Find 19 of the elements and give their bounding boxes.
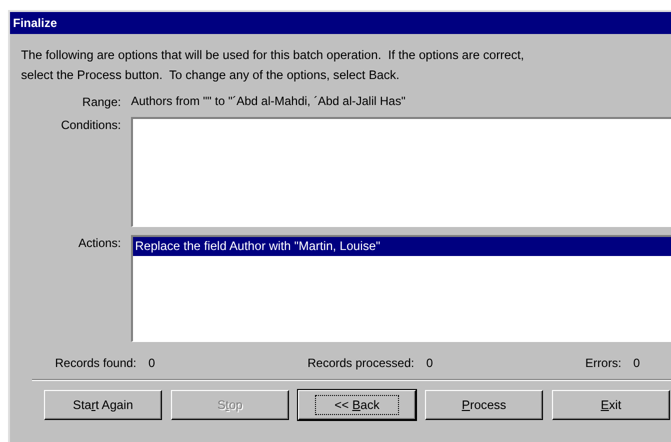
window-title: Finalize: [10, 12, 671, 34]
dialog-button[interactable]: Exit: [552, 390, 670, 420]
dialog-button[interactable]: << Back: [298, 390, 416, 420]
actions-label: Actions:: [77, 235, 122, 250]
instructions-text: The following are options that will be used for this batch operation. If the options are correct, select the Process button. To change any of the options, select Back.: [21, 47, 526, 84]
count-label: Errors:: [585, 356, 622, 370]
dialog-button[interactable]: Process: [425, 390, 543, 420]
count-value: 0: [633, 356, 640, 370]
range-label: Range:: [81, 94, 122, 109]
action-item[interactable]: Replace the field Author with "Martin, Louise": [133, 237, 671, 256]
range-value: Authors from "" to "´Abd al-Mahdi, ´Abd al-Jalil Has": [131, 94, 406, 108]
count-value: 0: [426, 356, 433, 370]
count-label: Records processed:: [307, 356, 414, 370]
dialog-button[interactable]: Start Again: [44, 390, 162, 420]
count-label: Records found:: [55, 356, 136, 370]
conditions-label: Conditions:: [60, 117, 122, 132]
actions-list[interactable]: Replace the field Author with "Martin, Louise": [131, 235, 671, 342]
conditions-list[interactable]: [131, 117, 671, 227]
count-value: 0: [148, 356, 156, 370]
